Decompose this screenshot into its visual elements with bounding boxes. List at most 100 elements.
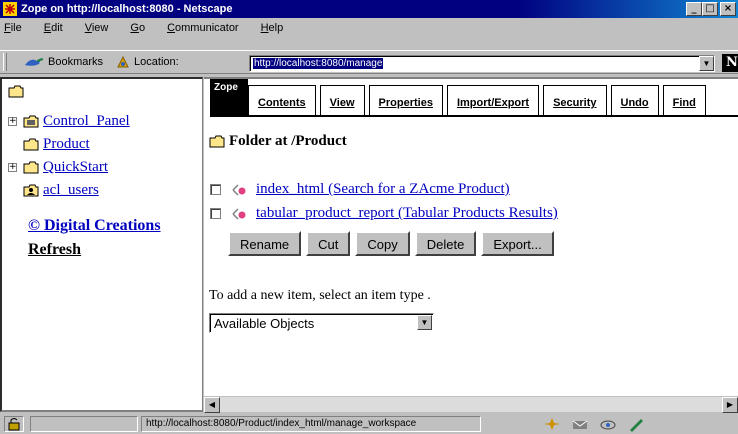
copy-button[interactable]: Copy	[355, 231, 410, 256]
mail-icon[interactable]	[570, 416, 590, 432]
tab-contents[interactable]: Contents	[248, 85, 316, 115]
menu-help-rest: elp	[268, 22, 284, 34]
list-item: index_html (Search for a ZAcme Product)	[210, 181, 510, 198]
tab-view[interactable]: View	[319, 85, 365, 115]
menu-communicator-rest: ommunicator	[175, 22, 239, 34]
status-bar: http://localhost:8080/Product/index_html…	[0, 414, 738, 434]
tree-item-quickstart: + QuickStart	[8, 159, 108, 176]
tree-link-control-panel[interactable]: Control_Panel	[43, 113, 130, 130]
page-title: Folder at /Product	[229, 133, 347, 149]
cut-button[interactable]: Cut	[306, 231, 351, 256]
expand-icon[interactable]: +	[8, 163, 17, 172]
location-label-group: Location:	[115, 54, 179, 70]
close-button[interactable]: ×	[720, 2, 736, 16]
workspace-frame: Zope Contents View Properties Import/Exp…	[204, 77, 738, 412]
bookmarks-label: Bookmarks	[48, 56, 104, 68]
title-bar: Zope on http://localhost:8080 - Netscape…	[0, 0, 738, 18]
tab-find[interactable]: Find	[662, 85, 706, 115]
add-item-instructions: To add a new item, select an item type .	[209, 288, 431, 303]
tab-label: Properties	[378, 97, 433, 109]
menu-file[interactable]: File	[4, 22, 33, 34]
composer-icon[interactable]	[626, 416, 646, 432]
list-item: tabular_product_report (Tabular Products…	[210, 205, 558, 222]
component-bar	[542, 416, 646, 432]
horizontal-scrollbar[interactable]: ◀ ▶	[204, 396, 738, 413]
tab-label: Find	[672, 97, 696, 109]
scroll-left-button[interactable]: ◀	[204, 397, 220, 413]
tab-properties[interactable]: Properties	[368, 85, 443, 115]
tab-label: Import/Export	[456, 97, 530, 109]
url-text: http://localhost:8080/manage	[253, 58, 384, 69]
delete-button[interactable]: Delete	[414, 231, 477, 256]
url-field[interactable]: http://localhost:8080/manage ▼	[249, 55, 715, 72]
tab-import-export[interactable]: Import/Export	[446, 85, 540, 115]
dtml-document-icon	[232, 207, 246, 220]
menu-edit[interactable]: Edit	[44, 22, 74, 34]
item-link-index-html[interactable]: index_html (Search for a ZAcme Product)	[256, 181, 510, 198]
export-button[interactable]: Export...	[481, 231, 554, 256]
user-folder-icon	[23, 184, 39, 197]
tab-label: View	[329, 97, 355, 109]
dtml-document-icon	[232, 183, 246, 196]
navigator-icon[interactable]	[542, 416, 562, 432]
security-lock-icon[interactable]	[4, 416, 24, 432]
progress-bar	[30, 416, 138, 432]
menu-go-rest: o	[138, 22, 146, 34]
item-checkbox[interactable]	[210, 184, 221, 195]
tab-label: Undo	[620, 97, 649, 109]
tab-divider	[210, 115, 738, 117]
action-buttons: Rename Cut Copy Delete Export...	[228, 231, 554, 256]
location-label: Location:	[134, 56, 179, 68]
item-link-tabular-report[interactable]: tabular_product_report (Tabular Products…	[256, 205, 558, 222]
tree-link-quickstart[interactable]: QuickStart	[43, 159, 108, 176]
item-checkbox[interactable]	[210, 208, 221, 219]
bookmarks-icon	[25, 58, 44, 66]
menu-go[interactable]: Go	[130, 22, 156, 34]
workspace-content: Zope Contents View Properties Import/Exp…	[204, 79, 738, 412]
lock-icon	[8, 418, 20, 431]
tab-undo[interactable]: Undo	[610, 85, 659, 115]
expand-icon[interactable]: +	[8, 117, 17, 126]
maximize-button[interactable]: □	[702, 2, 718, 16]
tab-security[interactable]: Security	[543, 85, 607, 115]
chevron-down-icon[interactable]: ▼	[417, 315, 432, 330]
tree-item-control-panel: + Control_Panel	[8, 113, 130, 130]
menu-help[interactable]: Help	[261, 22, 295, 34]
folder-icon	[23, 161, 39, 174]
menu-communicator[interactable]: Communicator	[167, 22, 250, 34]
menu-view-rest: iew	[91, 22, 109, 34]
toolbar-grip[interactable]	[3, 53, 7, 71]
folder-icon	[23, 138, 39, 151]
navigation-frame: + Control_Panel Product + QuickStart acl…	[0, 77, 203, 412]
scroll-right-button[interactable]: ▶	[722, 397, 738, 413]
window-title: Zope on http://localhost:8080 - Netscape	[21, 3, 233, 15]
menu-view[interactable]: View	[85, 22, 120, 34]
add-object-select[interactable]: Available Objects ▼	[209, 313, 434, 333]
menu-file-rest: ile	[10, 22, 22, 34]
url-dropdown-button[interactable]: ▼	[699, 56, 714, 71]
status-text: http://localhost:8080/Product/index_html…	[141, 416, 481, 432]
digital-creations-link[interactable]: © Digital Creations	[28, 217, 161, 235]
rename-button[interactable]: Rename	[228, 231, 302, 256]
tree-item-acl-users: acl_users	[23, 182, 99, 199]
location-toolbar: Bookmarks Location: http://localhost:808…	[0, 50, 738, 74]
newsgroup-icon[interactable]	[598, 416, 618, 432]
tree-link-product[interactable]: Product	[43, 136, 90, 153]
management-tabs: Contents View Properties Import/Export S…	[248, 85, 710, 115]
bookmarks-button[interactable]: Bookmarks	[23, 55, 103, 69]
netscape-app-icon	[3, 2, 17, 16]
tab-label: Contents	[258, 97, 306, 109]
tab-label: Security	[553, 97, 597, 109]
folder-icon	[209, 135, 225, 148]
location-icon	[117, 55, 129, 68]
control-panel-icon	[23, 115, 39, 128]
minimize-button[interactable]: _	[686, 2, 702, 16]
tree-item-product: Product	[23, 136, 90, 153]
menu-bar: File Edit View Go Communicator Help	[0, 19, 738, 37]
refresh-link[interactable]: Refresh	[28, 241, 81, 259]
netscape-logo[interactable]: N	[722, 54, 738, 72]
root-folder-icon	[8, 85, 24, 98]
page-heading: Folder at /Product	[209, 133, 347, 150]
tree-link-acl-users[interactable]: acl_users	[43, 182, 99, 199]
browser-window: Zope on http://localhost:8080 - Netscape…	[0, 0, 738, 434]
